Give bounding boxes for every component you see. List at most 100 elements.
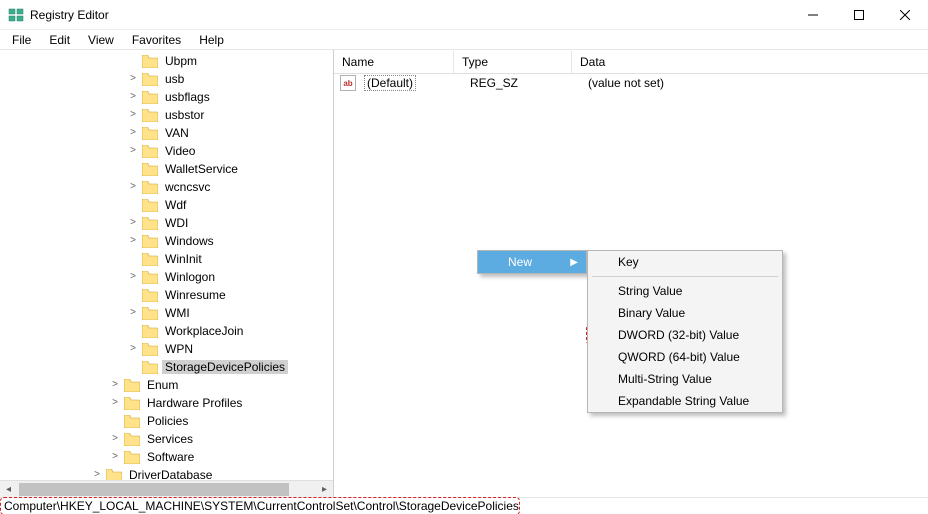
folder-icon (142, 73, 158, 86)
expander-icon[interactable]: > (126, 236, 140, 246)
tree-item-label: WPN (162, 342, 196, 356)
context-menu-item[interactable]: Expandable String Value (588, 390, 782, 412)
folder-icon (142, 289, 158, 302)
folder-icon (142, 181, 158, 194)
column-header-data[interactable]: Data (572, 51, 928, 73)
context-menu-item-label: DWORD (32-bit) Value (618, 328, 739, 342)
tree-item-label: WinInit (162, 252, 205, 266)
minimize-button[interactable] (790, 0, 836, 30)
list-header: Name Type Data (334, 50, 928, 74)
tree-item[interactable]: >WMI (0, 304, 333, 322)
menu-favorites[interactable]: Favorites (124, 31, 189, 49)
maximize-button[interactable] (836, 0, 882, 30)
expander-icon[interactable]: > (126, 74, 140, 84)
tree-item[interactable]: WinInit (0, 250, 333, 268)
tree-item-label: VAN (162, 126, 192, 140)
tree-item-label: Windows (162, 234, 217, 248)
tree-item[interactable]: Ubpm (0, 52, 333, 70)
menu-view[interactable]: View (80, 31, 122, 49)
expander-icon[interactable]: > (126, 182, 140, 192)
tree-item[interactable]: > WPN (0, 340, 333, 358)
tree-item[interactable]: Winresume (0, 286, 333, 304)
tree-item[interactable]: >wcncsvc (0, 178, 333, 196)
expander-icon[interactable]: > (126, 344, 140, 354)
context-menu-item[interactable]: DWORD (32-bit) Value (588, 324, 782, 346)
folder-icon (142, 217, 158, 230)
expander-icon[interactable]: > (126, 110, 140, 120)
tree-item[interactable]: >Enum (0, 376, 333, 394)
tree-item[interactable]: > usbflags (0, 88, 333, 106)
context-menu-item[interactable]: Multi-String Value (588, 368, 782, 390)
expander-icon[interactable]: > (126, 128, 140, 138)
tree-item[interactable]: WalletService (0, 160, 333, 178)
column-header-type[interactable]: Type (454, 51, 572, 73)
tree-item[interactable]: > Services (0, 430, 333, 448)
expander-icon[interactable]: > (126, 308, 140, 318)
tree-item[interactable]: >DriverDatabase (0, 466, 333, 480)
folder-icon (106, 469, 122, 481)
expander-icon[interactable]: > (108, 380, 122, 390)
folder-icon (142, 163, 158, 176)
menu-help[interactable]: Help (191, 31, 232, 49)
expander-icon[interactable]: > (90, 470, 104, 480)
tree-view[interactable]: Ubpm>usb>usbflags>usbstor>VAN>VideoWalle… (0, 50, 333, 480)
menu-bar: File Edit View Favorites Help (0, 30, 928, 50)
folder-icon (142, 55, 158, 68)
expander-icon[interactable]: > (126, 146, 140, 156)
tree-item-label: Wdf (162, 198, 189, 212)
list-item[interactable]: ab(Default)REG_SZ(value not set) (334, 74, 928, 92)
scroll-track[interactable] (17, 481, 316, 498)
tree-item-label: usbstor (162, 108, 207, 122)
tree-item[interactable]: > usbstor (0, 106, 333, 124)
expander-icon[interactable]: > (108, 398, 122, 408)
tree-item[interactable]: >WDI (0, 214, 333, 232)
tree-item-label: WalletService (162, 162, 241, 176)
tree-item[interactable]: > Windows (0, 232, 333, 250)
expander-icon[interactable]: > (108, 434, 122, 444)
context-menu-item[interactable]: Key (588, 251, 782, 273)
folder-icon (142, 307, 158, 320)
context-menu-item-label: Key (618, 255, 639, 269)
folder-icon (124, 415, 140, 428)
context-menu-item[interactable]: String Value (588, 280, 782, 302)
tree-item[interactable]: > Hardware Profiles (0, 394, 333, 412)
tree-item-label: Ubpm (162, 54, 200, 68)
context-menu-item[interactable]: QWORD (64-bit) Value (588, 346, 782, 368)
list-body[interactable]: ab(Default)REG_SZ(value not set) New ▶ K… (334, 74, 928, 497)
tree-item[interactable]: >Winlogon (0, 268, 333, 286)
value-data: (value not set) (584, 76, 928, 90)
tree-item[interactable]: Policies (0, 412, 333, 430)
tree-item-label: Video (162, 144, 198, 158)
tree-item-label: Services (144, 432, 196, 446)
title-bar: Registry Editor (0, 0, 928, 30)
tree-item[interactable]: >Software (0, 448, 333, 466)
context-menu-new[interactable]: New ▶ (478, 251, 586, 273)
tree-item-label: Hardware Profiles (144, 396, 245, 410)
tree-item[interactable]: Wdf (0, 196, 333, 214)
menu-edit[interactable]: Edit (41, 31, 78, 49)
scroll-right-button[interactable]: ▸ (316, 481, 333, 498)
tree-item[interactable]: WorkplaceJoin (0, 322, 333, 340)
scroll-thumb[interactable] (19, 483, 289, 496)
menu-file[interactable]: File (4, 31, 39, 49)
tree-item[interactable]: StorageDevicePolicies (0, 358, 333, 376)
expander-icon[interactable]: > (108, 452, 122, 462)
folder-icon (142, 109, 158, 122)
scroll-left-button[interactable]: ◂ (0, 481, 17, 498)
tree-item-label: Winresume (162, 288, 229, 302)
context-menu-item[interactable]: Binary Value (588, 302, 782, 324)
value-type: REG_SZ (466, 76, 584, 90)
tree-item-label: usbflags (162, 90, 213, 104)
expander-icon[interactable]: > (126, 218, 140, 228)
expander-icon[interactable]: > (126, 272, 140, 282)
close-button[interactable] (882, 0, 928, 30)
context-menu-item-label: Expandable String Value (618, 394, 749, 408)
tree-item[interactable]: >usb (0, 70, 333, 88)
horizontal-scrollbar[interactable]: ◂ ▸ (0, 480, 333, 497)
context-menu-item-label: String Value (618, 284, 682, 298)
tree-item[interactable]: > VAN (0, 124, 333, 142)
column-header-name[interactable]: Name (334, 51, 454, 73)
expander-icon[interactable]: > (126, 92, 140, 102)
tree-item[interactable]: > Video (0, 142, 333, 160)
context-menu-item-label: QWORD (64-bit) Value (618, 350, 740, 364)
